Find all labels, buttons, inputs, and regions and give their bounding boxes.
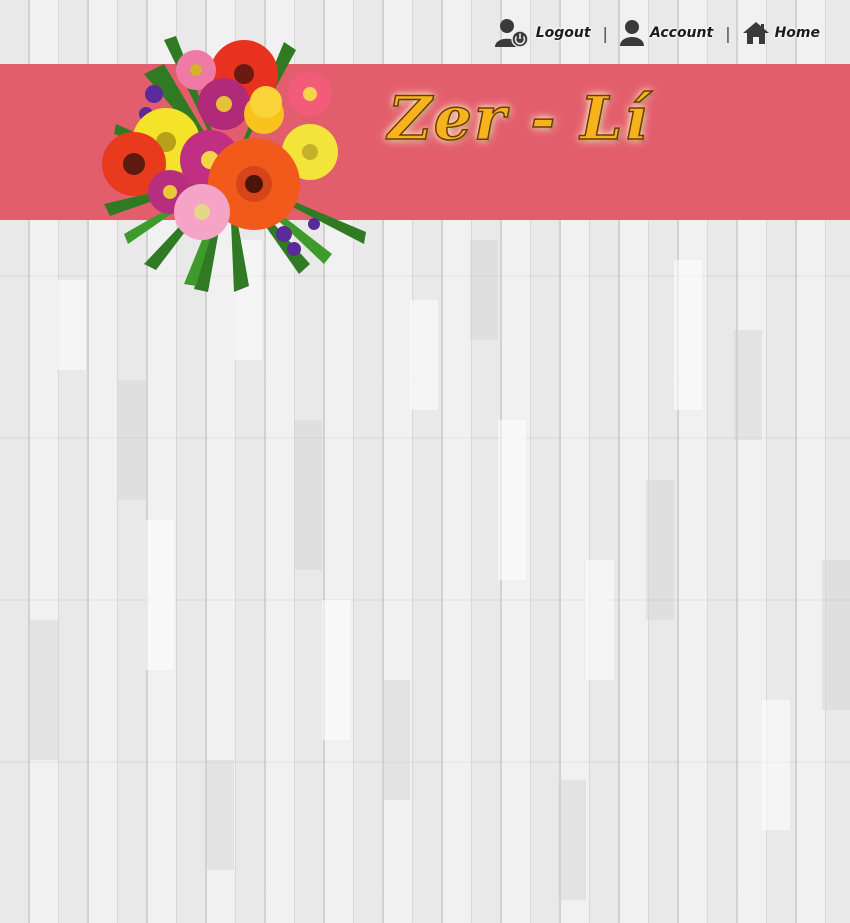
user-power-icon [494,18,530,48]
flower-bouquet-logo [84,34,374,296]
home-link[interactable]: Home [742,21,820,45]
top-navigation: Logout | Account | Home [494,16,820,50]
brand-title: Zer - Lí [387,83,650,155]
logout-label: Logout [535,25,591,41]
home-label: Home [774,25,820,41]
nav-separator: | [725,23,731,43]
nav-separator: | [602,23,608,43]
logout-link[interactable]: Logout [494,18,591,48]
account-link[interactable]: Account [619,19,714,47]
home-icon [742,21,769,45]
user-icon [619,19,644,47]
account-label: Account [649,25,714,41]
